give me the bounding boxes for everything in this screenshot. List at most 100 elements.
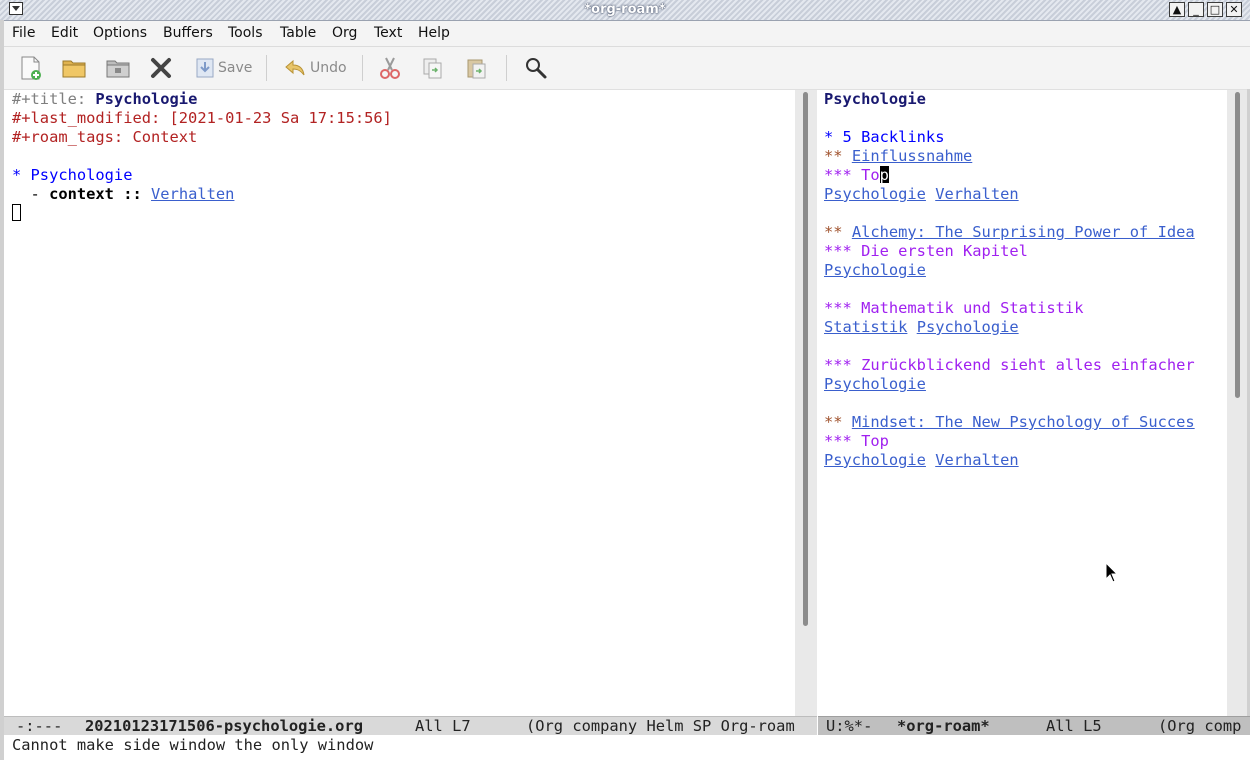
menu-tools[interactable]: Tools	[228, 25, 263, 41]
right-scrollbar-thumb[interactable]	[1235, 92, 1240, 398]
undo-icon	[284, 58, 306, 78]
verhalten-link[interactable]: Verhalten	[151, 185, 234, 203]
paste-button[interactable]	[466, 55, 488, 81]
window-close-button[interactable]: ✕	[1226, 2, 1242, 17]
paste-icon	[466, 57, 488, 79]
backlink-links: Psychologie Verhalten	[824, 451, 1019, 470]
heading-stars: **	[824, 223, 852, 241]
link-verhalten[interactable]: Verhalten	[935, 185, 1018, 203]
search-button[interactable]	[524, 55, 548, 81]
menu-bar: File Edit Options Buffers Tools Table Or…	[0, 21, 1250, 47]
context-term: context	[49, 185, 114, 203]
menu-table[interactable]: Table	[280, 25, 316, 41]
link-psychologie[interactable]: Psychologie	[824, 261, 926, 279]
echo-message: Cannot make side window the only window	[12, 736, 374, 754]
heading-psychologie[interactable]: * Psychologie	[12, 166, 132, 185]
modeline-position: All L7	[415, 717, 471, 735]
menu-edit[interactable]: Edit	[51, 25, 78, 41]
backlink-heading: *** Die ersten Kapitel	[824, 242, 1028, 261]
modeline-status: -:---	[16, 717, 63, 735]
backlink-source: ** Einflussnahme	[824, 147, 972, 166]
link-psychologie[interactable]: Psychologie	[824, 375, 926, 393]
source-link-mindset[interactable]: Mindset: The New Psychology of Succes	[852, 413, 1195, 431]
modeline-modes[interactable]: (Org company Helm SP Org-roam	[526, 717, 795, 736]
undo-button[interactable]: Undo	[284, 55, 347, 81]
backlink-links: Psychologie	[824, 375, 926, 394]
heading-stars: **	[824, 413, 852, 431]
backlink-heading: *** Mathematik und Statistik	[824, 299, 1083, 318]
window-shade-button[interactable]: ▲	[1169, 2, 1185, 17]
heading-text: To	[861, 166, 880, 184]
description-separator: ::	[113, 185, 152, 203]
undo-label: Undo	[310, 60, 347, 76]
open-directory-button[interactable]	[106, 55, 130, 81]
link-statistik[interactable]: Statistik	[824, 318, 907, 336]
menu-text[interactable]: Text	[374, 25, 402, 41]
heading-text: Die ersten Kapitel	[861, 242, 1028, 260]
menu-options[interactable]: Options	[93, 25, 147, 41]
left-scrollbar-thumb[interactable]	[803, 92, 808, 626]
heading-stars: **	[824, 147, 852, 165]
save-icon	[196, 58, 214, 78]
org-roam-buffer-window[interactable]: Psychologie * 5 Backlinks ** Einflussnah…	[818, 90, 1226, 716]
right-scrollbar[interactable]	[1227, 90, 1247, 716]
heading-stars: ***	[824, 166, 862, 184]
new-file-icon	[20, 56, 42, 80]
mouse-pointer-icon	[1105, 561, 1119, 588]
backlink-links: Psychologie	[824, 261, 926, 280]
last-modified-line: #+last_modified: [2021-01-23 Sa 17:15:56…	[12, 109, 392, 127]
link-psychologie[interactable]: Psychologie	[824, 185, 926, 203]
source-link-alchemy[interactable]: Alchemy: The Surprising Power of Idea	[852, 223, 1195, 241]
new-file-button[interactable]	[20, 55, 42, 81]
modeline-buffer-name[interactable]: 20210123171506-psychologie.org	[85, 717, 363, 736]
modeline-buffer-name[interactable]: *org-roam*	[897, 717, 990, 736]
mode-line-right[interactable]: U:%*- *org-roam* All L5 (Org comp	[818, 716, 1250, 736]
truncation-arrow-icon	[1216, 358, 1224, 377]
link-psychologie[interactable]: Psychologie	[917, 318, 1019, 336]
menu-buffers[interactable]: Buffers	[163, 25, 213, 41]
toolbar: Save Undo	[0, 47, 1250, 90]
search-icon	[524, 56, 548, 80]
copy-button[interactable]	[422, 55, 444, 81]
title-keyword: #+title:	[12, 90, 96, 108]
title-value: Psychologie	[95, 90, 198, 108]
toolbar-separator	[266, 55, 267, 81]
backlink-links: Psychologie Verhalten	[824, 185, 1019, 204]
open-folder-icon	[62, 57, 86, 79]
backlinks-heading[interactable]: * 5 Backlinks	[824, 128, 944, 147]
roam-tags-line: #+roam_tags: Context	[12, 128, 198, 146]
title-line: #+title: Psychologie	[12, 90, 197, 109]
link-verhalten[interactable]: Verhalten	[935, 451, 1018, 469]
backlink-links: Statistik Psychologie	[824, 318, 1019, 337]
window-maximize-button[interactable]: □	[1207, 2, 1223, 17]
window-title: *org-roam*	[584, 2, 666, 17]
cut-button[interactable]	[378, 55, 402, 81]
menu-help[interactable]: Help	[418, 25, 450, 41]
save-label: Save	[218, 60, 253, 76]
heading-text: Zurückblickend sieht alles einfacher	[861, 356, 1195, 374]
modeline-modes[interactable]: (Org comp	[1158, 717, 1241, 736]
backlink-heading: *** Top	[824, 432, 889, 451]
text-cursor: p	[879, 166, 889, 184]
truncation-arrow-icon	[1216, 415, 1224, 434]
kill-buffer-button[interactable]	[150, 55, 172, 81]
heading-stars: ***	[824, 356, 862, 374]
left-scrollbar[interactable]	[795, 90, 817, 716]
menu-org[interactable]: Org	[332, 25, 357, 41]
echo-area[interactable]: Cannot make side window the only window	[4, 735, 1250, 757]
text-cursor	[12, 204, 21, 221]
heading-stars: ***	[824, 242, 862, 260]
window-minimize-button[interactable]: _	[1188, 2, 1204, 17]
heading-stars: ***	[824, 432, 862, 450]
menu-file[interactable]: File	[12, 25, 35, 41]
left-buffer-window[interactable]: #+title: Psychologie #+last_modified: [2…	[4, 90, 792, 716]
mode-line-left[interactable]: -:--- 20210123171506-psychologie.org All…	[4, 716, 817, 736]
window-titlebar[interactable]: *org-roam* ▲ _ □ ✕	[0, 0, 1250, 21]
heading-text: Top	[861, 432, 889, 450]
open-file-button[interactable]	[62, 55, 86, 81]
save-button[interactable]: Save	[196, 55, 252, 81]
backlink-heading: *** Zurückblickend sieht alles einfacher	[824, 356, 1195, 375]
link-psychologie[interactable]: Psychologie	[824, 451, 926, 469]
close-icon	[150, 57, 172, 79]
source-link-einflussnahme[interactable]: Einflussnahme	[852, 147, 972, 165]
